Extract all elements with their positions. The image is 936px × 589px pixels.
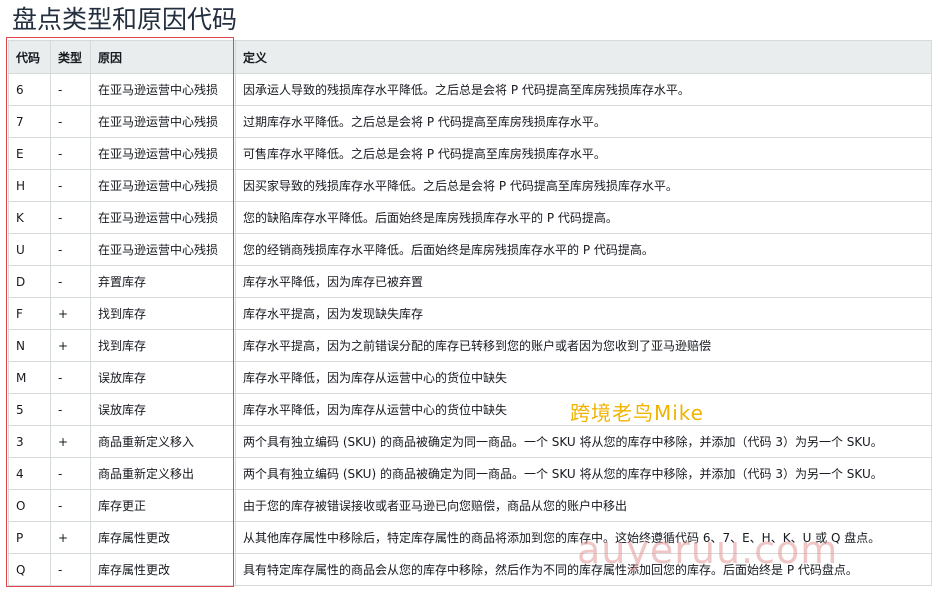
cell-definition: 库存水平降低，因为库存从运营中心的货位中缺失 [235, 361, 932, 394]
cell-reason: 在亚马逊运营中心残损 [90, 169, 236, 202]
cell-code: N [8, 329, 51, 362]
cell-type: + [50, 297, 91, 330]
cell-definition: 因承运人导致的残损库存水平降低。之后总是会将 P 代码提高至库房残损库存水平。 [235, 73, 932, 106]
table-row: D - 弃置库存 库存水平降低，因为库存已被弃置 [8, 265, 932, 298]
table-row: 5- 误放库存 库存水平降低，因为库存从运营中心的货位中缺失 [8, 393, 932, 426]
cell-reason: 弃置库存 [90, 265, 236, 298]
cell-definition: 库存水平提高，因为之前错误分配的库存已转移到您的账户或者因为您收到了亚马逊赔偿 [235, 329, 932, 362]
cell-code: K [8, 201, 51, 234]
cell-type: + [50, 521, 91, 554]
cell-code: 6 [8, 73, 51, 106]
table-row: O - 库存更正 由于您的库存被错误接收或者亚马逊已向您赔偿，商品从您的账户中移出 [8, 489, 932, 522]
cell-reason: 在亚马逊运营中心残损 [90, 201, 236, 234]
table-row: 4- 商品重新定义移出 两个具有独立编码 (SKU) 的商品被确定为同一商品。一个 … [8, 457, 932, 490]
cell-code: D [8, 265, 51, 298]
header-reason: 原因 [90, 40, 236, 74]
header-code: 代码 [8, 40, 51, 74]
cell-reason: 找到库存 [90, 329, 236, 362]
cell-definition: 由于您的库存被错误接收或者亚马逊已向您赔偿，商品从您的账户中移出 [235, 489, 932, 522]
cell-type: - [50, 169, 91, 202]
watermark-url: auyeruu.com [577, 528, 839, 572]
reason-code-table: 代码 类型 原因 定义 6- 在亚马逊运营中心残损 因承运人导致的残损库存水平降低。… [8, 40, 932, 586]
cell-type: - [50, 393, 91, 426]
table-row: N + 找到库存 库存水平提高，因为之前错误分配的库存已转移到您的账户或者因为您收到了… [8, 329, 932, 362]
table-row: 6- 在亚马逊运营中心残损 因承运人导致的残损库存水平降低。之后总是会将 P 代码提… [8, 73, 932, 106]
cell-code: 5 [8, 393, 51, 426]
table-body: 6- 在亚马逊运营中心残损 因承运人导致的残损库存水平降低。之后总是会将 P 代码提… [8, 73, 932, 586]
cell-code: U [8, 233, 51, 266]
cell-code: P [8, 521, 51, 554]
table-row: U - 在亚马逊运营中心残损 您的经销商残损库存水平降低。后面始终是库房残损库存水平的… [8, 233, 932, 266]
cell-reason: 误放库存 [90, 361, 236, 394]
table-header: 代码 类型 原因 定义 [8, 40, 932, 74]
cell-code: 7 [8, 105, 51, 138]
cell-code: 3 [8, 425, 51, 458]
cell-code: M [8, 361, 51, 394]
cell-definition: 您的经销商残损库存水平降低。后面始终是库房残损库存水平的 P 代码提高。 [235, 233, 932, 266]
cell-definition: 您的缺陷库存水平降低。后面始终是库房残损库存水平的 P 代码提高。 [235, 201, 932, 234]
table-row: H - 在亚马逊运营中心残损 因买家导致的残损库存水平降低。之后总是会将 P 代码提高… [8, 169, 932, 202]
table-row: K - 在亚马逊运营中心残损 您的缺陷库存水平降低。后面始终是库房残损库存水平的 P … [8, 201, 932, 234]
cell-reason: 在亚马逊运营中心残损 [90, 233, 236, 266]
cell-code: E [8, 137, 51, 170]
cell-reason: 找到库存 [90, 297, 236, 330]
cell-type: - [50, 489, 91, 522]
table-row: 3 + 商品重新定义移入 两个具有独立编码 (SKU) 的商品被确定为同一商品。一个 … [8, 425, 932, 458]
cell-code: O [8, 489, 51, 522]
cell-definition: 两个具有独立编码 (SKU) 的商品被确定为同一商品。一个 SKU 将从您的库存… [235, 457, 932, 490]
cell-definition: 因买家导致的残损库存水平降低。之后总是会将 P 代码提高至库房残损库存水平。 [235, 169, 932, 202]
cell-type: - [50, 137, 91, 170]
header-type: 类型 [50, 40, 91, 74]
cell-type: - [50, 457, 91, 490]
table-row: M - 误放库存 库存水平降低，因为库存从运营中心的货位中缺失 [8, 361, 932, 394]
cell-definition: 库存水平降低，因为库存已被弃置 [235, 265, 932, 298]
cell-type: - [50, 233, 91, 266]
cell-type: - [50, 201, 91, 234]
cell-type: + [50, 425, 91, 458]
page-title: 盘点类型和原因代码 [12, 5, 238, 34]
cell-code: H [8, 169, 51, 202]
header-definition: 定义 [235, 40, 932, 74]
cell-definition: 库存水平提高，因为发现缺失库存 [235, 297, 932, 330]
header-row: 代码 类型 原因 定义 [8, 40, 932, 74]
page: 盘点类型和原因代码 代码 类型 原因 定义 6- 在亚马逊运营中心残损 因承运人导致… [0, 0, 936, 589]
cell-reason: 在亚马逊运营中心残损 [90, 105, 236, 138]
cell-reason: 误放库存 [90, 393, 236, 426]
cell-type: - [50, 361, 91, 394]
cell-type: - [50, 105, 91, 138]
cell-type: - [50, 73, 91, 106]
watermark-text: 跨境老鸟Mike [570, 401, 704, 425]
table-row: F + 找到库存 库存水平提高，因为发现缺失库存 [8, 297, 932, 330]
cell-reason: 库存属性更改 [90, 521, 236, 554]
cell-definition: 两个具有独立编码 (SKU) 的商品被确定为同一商品。一个 SKU 将从您的库存… [235, 425, 932, 458]
cell-type: + [50, 329, 91, 362]
cell-type: - [50, 553, 91, 586]
cell-reason: 库存属性更改 [90, 553, 236, 586]
cell-reason: 商品重新定义移入 [90, 425, 236, 458]
cell-type: - [50, 265, 91, 298]
cell-reason: 库存更正 [90, 489, 236, 522]
cell-definition: 可售库存水平降低。之后总是会将 P 代码提高至库房残损库存水平。 [235, 137, 932, 170]
table-row: 7- 在亚马逊运营中心残损 过期库存水平降低。之后总是会将 P 代码提高至库房残损库… [8, 105, 932, 138]
table-row: E - 在亚马逊运营中心残损 可售库存水平降低。之后总是会将 P 代码提高至库房残损库… [8, 137, 932, 170]
cell-reason: 商品重新定义移出 [90, 457, 236, 490]
cell-reason: 在亚马逊运营中心残损 [90, 73, 236, 106]
cell-definition: 过期库存水平降低。之后总是会将 P 代码提高至库房残损库存水平。 [235, 105, 932, 138]
cell-code: 4 [8, 457, 51, 490]
cell-code: F [8, 297, 51, 330]
cell-code: Q [8, 553, 51, 586]
cell-reason: 在亚马逊运营中心残损 [90, 137, 236, 170]
